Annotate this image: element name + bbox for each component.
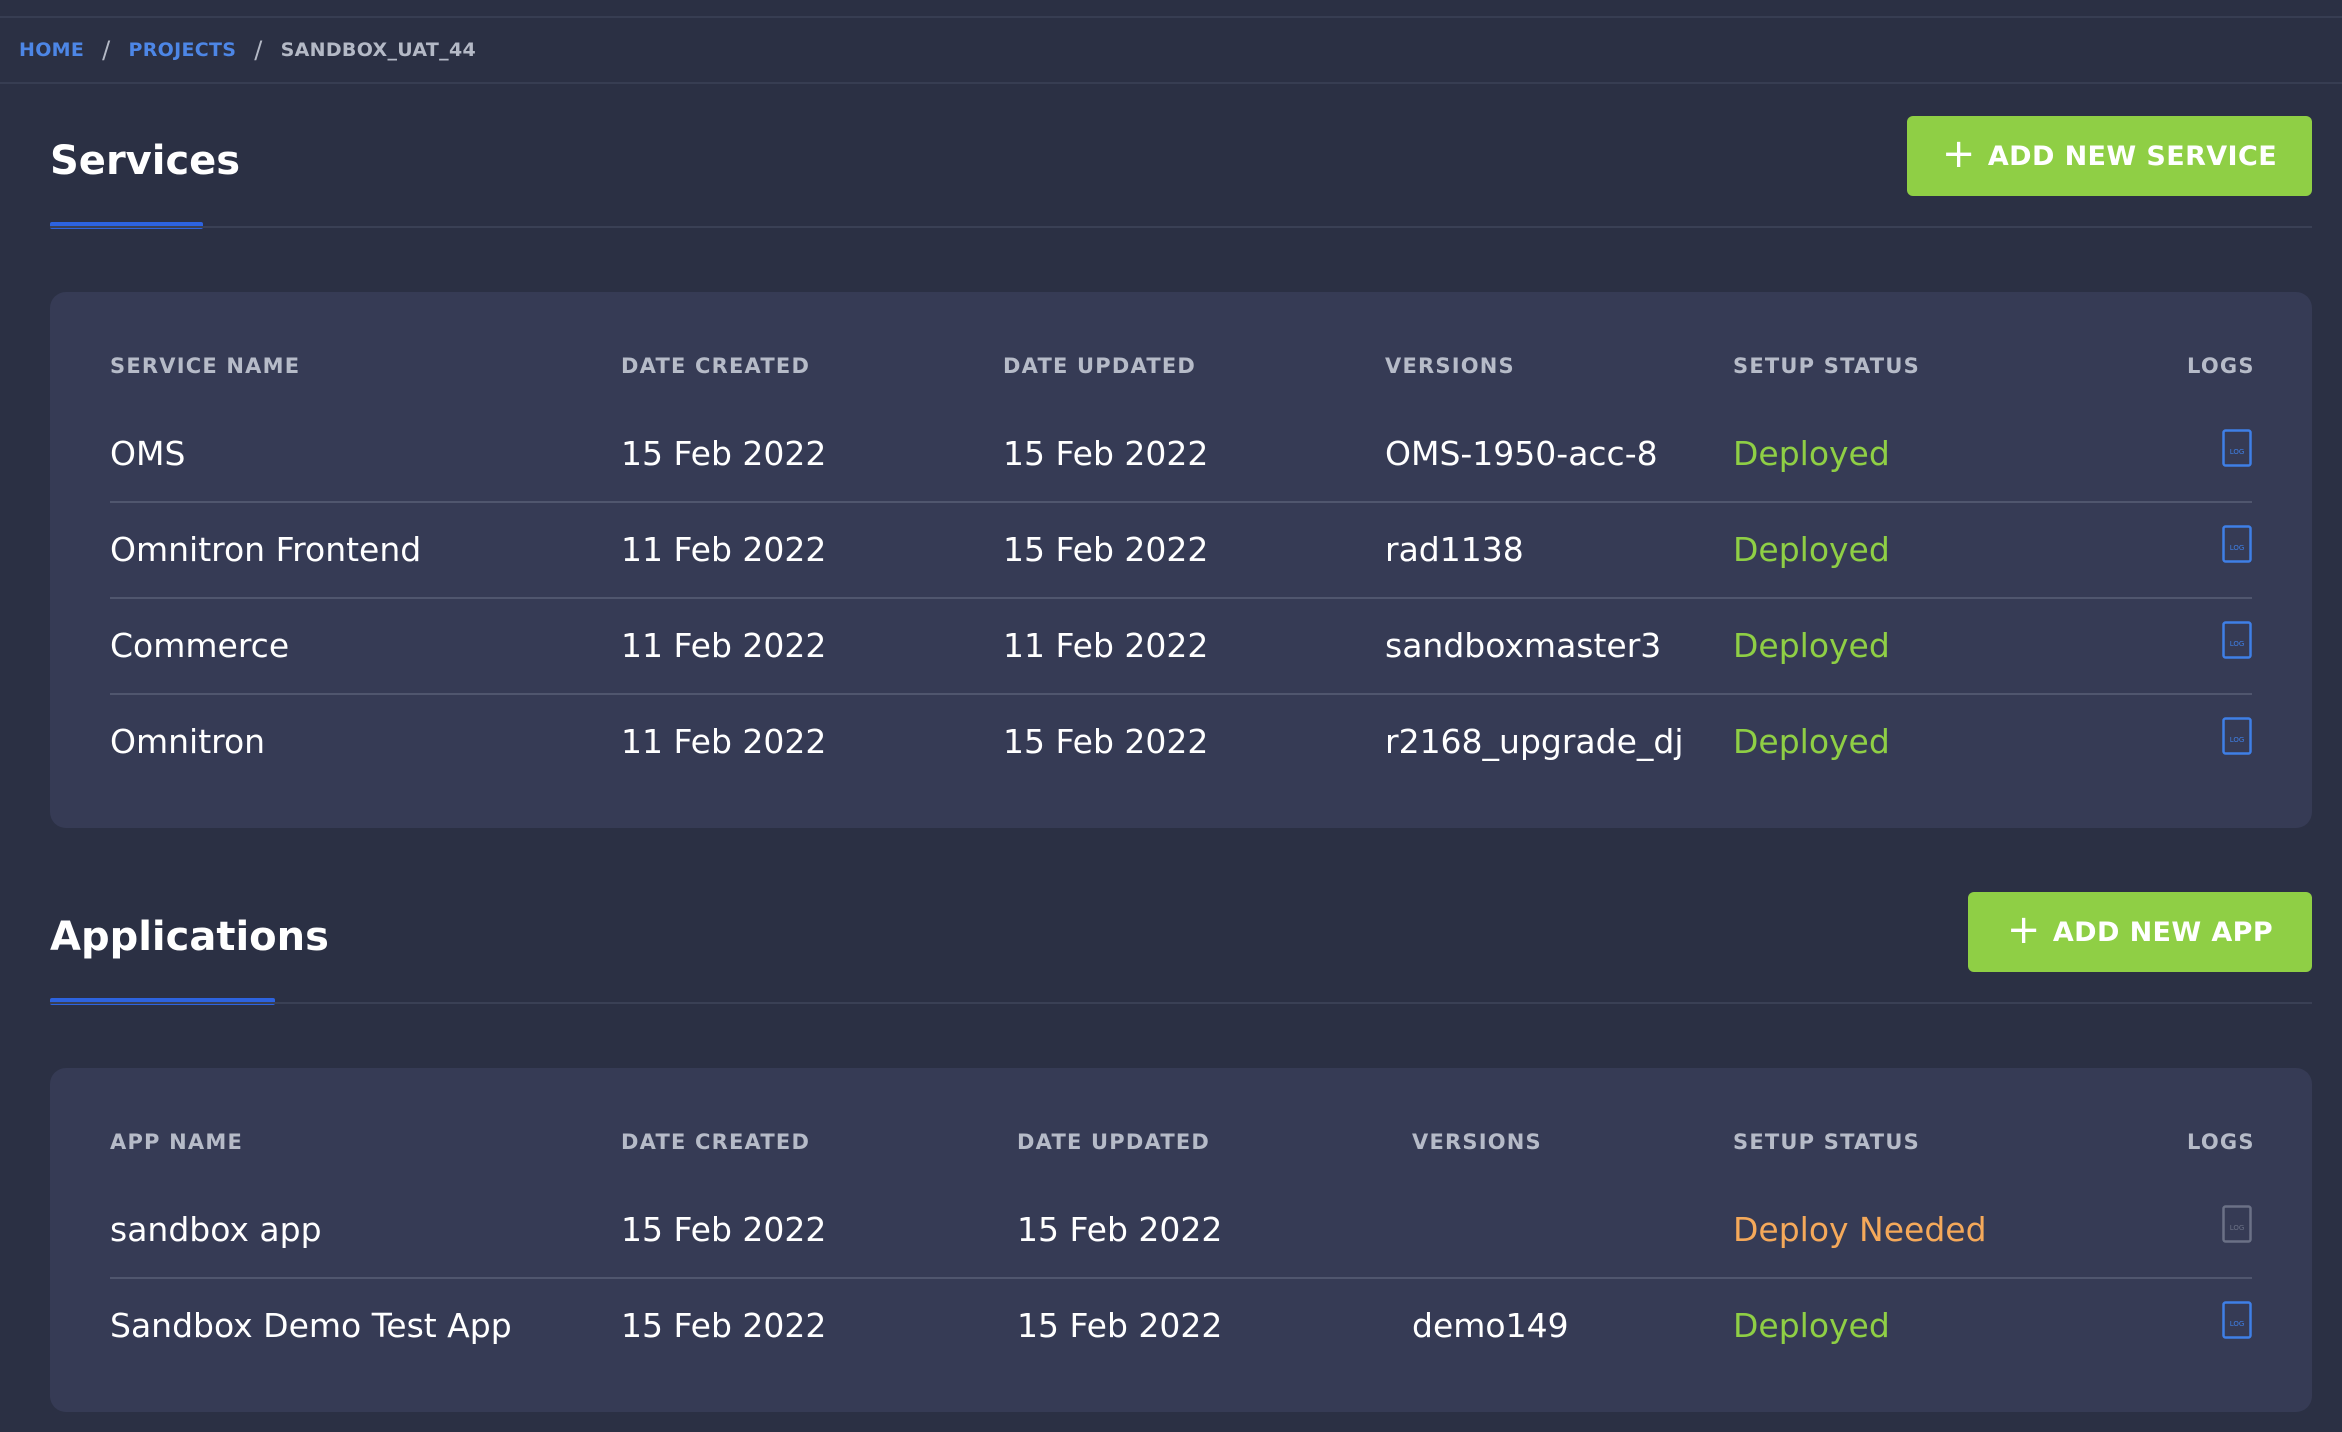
status-text: Deploy Needed: [1733, 1209, 1987, 1249]
app-name: sandbox app: [110, 1209, 322, 1249]
table-row: sandbox app 15 Feb 2022 15 Feb 2022 Depl…: [110, 1181, 2252, 1277]
log-file-icon[interactable]: LOG: [2222, 621, 2252, 659]
svg-text:LOG: LOG: [2230, 1320, 2245, 1328]
breadcrumb-divider: [0, 82, 2342, 84]
services-section-rule: [50, 226, 2312, 228]
version: OMS-1950-acc-8: [1385, 433, 1658, 473]
log-file-icon[interactable]: LOG: [2222, 525, 2252, 563]
breadcrumb-separator: /: [254, 36, 263, 64]
version: demo149: [1412, 1305, 1569, 1345]
date-created: 15 Feb 2022: [621, 433, 827, 473]
version: r2168_upgrade_dj: [1385, 721, 1684, 761]
column-header-date-created: DATE CREATED: [621, 354, 811, 378]
breadcrumb-home-link[interactable]: HOME: [19, 39, 84, 61]
plus-icon: +: [1941, 131, 1976, 177]
status-text: Deployed: [1733, 721, 1890, 761]
top-divider: [0, 16, 2342, 18]
status-text: Deployed: [1733, 625, 1890, 665]
column-header-service-name: SERVICE NAME: [110, 354, 301, 378]
column-header-setup-status: SETUP STATUS: [1733, 1130, 1920, 1154]
svg-text:LOG: LOG: [2230, 448, 2245, 456]
date-created: 15 Feb 2022: [621, 1305, 827, 1345]
services-table: SERVICE NAME DATE CREATED DATE UPDATED V…: [50, 292, 2312, 828]
column-header-date-updated: DATE UPDATED: [1017, 1130, 1211, 1154]
table-row: Commerce 11 Feb 2022 11 Feb 2022 sandbox…: [110, 597, 2252, 693]
log-file-icon: LOG: [2222, 1205, 2252, 1243]
breadcrumb-separator: /: [102, 36, 111, 64]
date-updated: 15 Feb 2022: [1017, 1305, 1223, 1345]
log-file-icon[interactable]: LOG: [2222, 429, 2252, 467]
table-row: OMS 15 Feb 2022 15 Feb 2022 OMS-1950-acc…: [110, 405, 2252, 501]
date-updated: 15 Feb 2022: [1003, 433, 1209, 473]
column-header-date-created: DATE CREATED: [621, 1130, 811, 1154]
column-header-versions: VERSIONS: [1412, 1130, 1542, 1154]
breadcrumb-current: SANDBOX_UAT_44: [280, 39, 477, 61]
service-name: OMS: [110, 433, 186, 473]
date-created: 11 Feb 2022: [621, 625, 827, 665]
service-name: Omnitron: [110, 721, 266, 761]
applications-title: Applications: [50, 914, 329, 960]
applications-section-rule: [50, 1002, 2312, 1004]
breadcrumb: HOME / PROJECTS / SANDBOX_UAT_44: [19, 36, 476, 64]
breadcrumb-projects-link[interactable]: PROJECTS: [129, 39, 237, 61]
svg-text:LOG: LOG: [2230, 544, 2245, 552]
column-header-logs: LOGS: [2187, 1130, 2255, 1154]
service-name: Omnitron Frontend: [110, 529, 422, 569]
date-created: 11 Feb 2022: [621, 721, 827, 761]
column-header-setup-status: SETUP STATUS: [1733, 354, 1920, 378]
svg-text:LOG: LOG: [2230, 736, 2245, 744]
date-updated: 15 Feb 2022: [1003, 721, 1209, 761]
version: sandboxmaster3: [1385, 625, 1662, 665]
add-new-service-label: ADD NEW SERVICE: [1987, 140, 2278, 172]
status-text: Deployed: [1733, 529, 1890, 569]
status-text: Deployed: [1733, 433, 1890, 473]
column-header-app-name: APP NAME: [110, 1130, 244, 1154]
service-name: Commerce: [110, 625, 290, 665]
svg-text:LOG: LOG: [2230, 1224, 2245, 1232]
table-row: Omnitron Frontend 11 Feb 2022 15 Feb 202…: [110, 501, 2252, 597]
svg-text:LOG: LOG: [2230, 640, 2245, 648]
date-created: 11 Feb 2022: [621, 529, 827, 569]
date-created: 15 Feb 2022: [621, 1209, 827, 1249]
column-header-date-updated: DATE UPDATED: [1003, 354, 1197, 378]
applications-table: APP NAME DATE CREATED DATE UPDATED VERSI…: [50, 1068, 2312, 1412]
add-new-app-button[interactable]: + ADD NEW APP: [1968, 892, 2312, 972]
date-updated: 15 Feb 2022: [1017, 1209, 1223, 1249]
date-updated: 15 Feb 2022: [1003, 529, 1209, 569]
table-row: Omnitron 11 Feb 2022 15 Feb 2022 r2168_u…: [110, 693, 2252, 789]
add-new-app-label: ADD NEW APP: [2052, 916, 2274, 948]
column-header-logs: LOGS: [2187, 354, 2255, 378]
plus-icon: +: [2006, 907, 2041, 953]
version: rad1138: [1385, 529, 1524, 569]
add-new-service-button[interactable]: + ADD NEW SERVICE: [1907, 116, 2312, 196]
status-text: Deployed: [1733, 1305, 1890, 1345]
log-file-icon[interactable]: LOG: [2222, 717, 2252, 755]
date-updated: 11 Feb 2022: [1003, 625, 1209, 665]
column-header-versions: VERSIONS: [1385, 354, 1515, 378]
app-name: Sandbox Demo Test App: [110, 1305, 512, 1345]
log-file-icon[interactable]: LOG: [2222, 1301, 2252, 1339]
services-title: Services: [50, 138, 241, 184]
table-row: Sandbox Demo Test App 15 Feb 2022 15 Feb…: [110, 1277, 2252, 1373]
